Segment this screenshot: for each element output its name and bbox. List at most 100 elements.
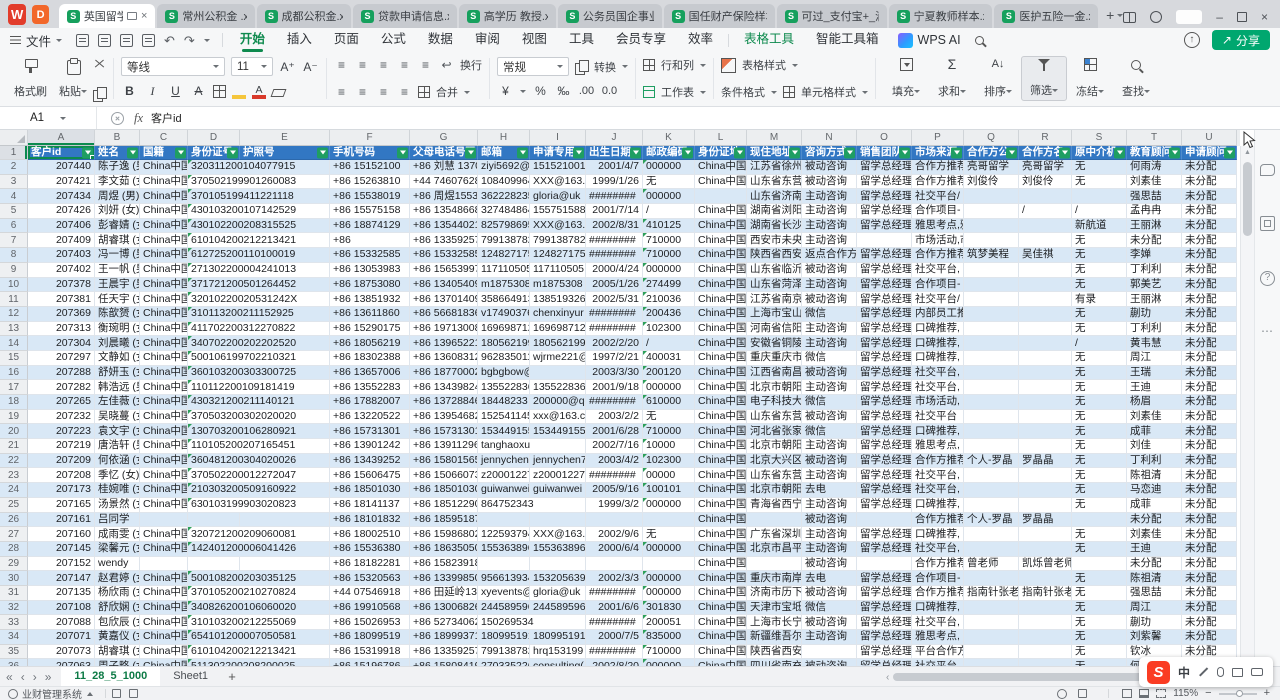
cell-K15[interactable]: 400031 (643, 351, 695, 366)
cell-E29[interactable] (240, 557, 330, 572)
cell-I2[interactable]: 151521001 (530, 160, 586, 175)
cell-S30[interactable]: 无 (1072, 571, 1127, 586)
cell-K11[interactable]: 210036 (643, 292, 695, 307)
cell-R16[interactable] (1019, 366, 1072, 381)
cell-M4[interactable]: 山东省济南 (747, 189, 802, 204)
cell-Q9[interactable] (964, 263, 1019, 278)
cell-C4[interactable]: China中国 (140, 189, 188, 204)
cell-T23[interactable]: 陈祖清 (1127, 468, 1182, 483)
cell-B15[interactable]: 文静如 (女 (95, 351, 140, 366)
zoom-out-button[interactable]: − (1205, 689, 1211, 698)
cell-M21[interactable]: 北京市朝阳 (747, 439, 802, 454)
cell-J7[interactable]: ######## (586, 233, 643, 248)
system-button-label[interactable]: 业财管理系统 (22, 686, 82, 700)
cell-L24[interactable]: China中国 (695, 483, 747, 498)
cell-H33[interactable]: 150269534 (478, 615, 586, 630)
cell-B9[interactable]: 王一帆 (男 (95, 263, 140, 278)
increase-indent-icon[interactable]: ≡ (418, 59, 433, 71)
cell-M34[interactable]: 新疆维吾尔 (747, 630, 802, 645)
cell-S32[interactable]: 无 (1072, 601, 1127, 616)
cell-H36[interactable]: 270335226 (478, 659, 530, 666)
column-header-R[interactable]: R (1019, 130, 1072, 146)
cell-H20[interactable]: 153449155 (478, 424, 530, 439)
row-header-30[interactable]: 30 (0, 571, 28, 586)
cell-B5[interactable]: 刘妍 (女) (95, 204, 140, 219)
cell-S24[interactable]: 无 (1072, 483, 1127, 498)
cell-Q19[interactable] (964, 410, 1019, 425)
wps-ai-button[interactable]: WPS AI (898, 33, 961, 48)
cell-U11[interactable]: 未分配 (1182, 292, 1237, 307)
cell-O25[interactable]: 留学总经理 (857, 498, 912, 513)
cell-T27[interactable]: 刘素佳 (1127, 527, 1182, 542)
cell-I13[interactable]: 169698712 (530, 322, 586, 337)
cell-M28[interactable]: 北京市昌平 (747, 542, 802, 557)
row-header-17[interactable]: 17 (0, 380, 28, 395)
cell-G4[interactable]: +86 周煜155380 (410, 189, 478, 204)
cell-R25[interactable] (1019, 498, 1072, 513)
cell-J33[interactable]: ######## (586, 615, 643, 630)
cell-K34[interactable]: 835000 (643, 630, 695, 645)
cell-F13[interactable]: +86 15290175 (330, 322, 410, 337)
cell-I36[interactable]: consulting( (530, 659, 586, 666)
cell-T11[interactable]: 王丽淋 (1127, 292, 1182, 307)
cell-U21[interactable]: 未分配 (1182, 439, 1237, 454)
cell-H12[interactable]: v17490376 (478, 307, 530, 322)
cell-Q11[interactable] (964, 292, 1019, 307)
cell-Q28[interactable] (964, 542, 1019, 557)
cell-K28[interactable]: 000000 (643, 542, 695, 557)
cell-P17[interactable]: 社交平台, (912, 380, 964, 395)
cell-K22[interactable]: 102300 (643, 454, 695, 469)
cell-P34[interactable]: 雅思考点, (912, 630, 964, 645)
cell-R15[interactable] (1019, 351, 1072, 366)
cell-style-button[interactable]: 单元格样式 (783, 84, 868, 100)
cell-Q7[interactable] (964, 233, 1019, 248)
cell-J34[interactable]: 2000/7/5 (586, 630, 643, 645)
cell-H32[interactable]: 244589596 (478, 601, 530, 616)
cell-B34[interactable]: 黄嘉仪 (女 (95, 630, 140, 645)
cell-R4[interactable] (1019, 189, 1072, 204)
cell-M32[interactable]: 天津市宝坻 (747, 601, 802, 616)
cell-K4[interactable]: 000000 (643, 189, 695, 204)
cell-A15[interactable]: 207297 (28, 351, 95, 366)
cell-L8[interactable]: China中国 (695, 248, 747, 263)
cell-A24[interactable]: 207173 (28, 483, 95, 498)
normal-view-icon[interactable] (1122, 689, 1132, 698)
cell-H34[interactable]: 180995191 (478, 630, 530, 645)
cell-N23[interactable]: 主动咨询 (802, 468, 857, 483)
cell-J20[interactable]: 2001/6/28 (586, 424, 643, 439)
cell-P16[interactable]: 社交平台, (912, 366, 964, 381)
cell-F9[interactable]: +86 13053983 (330, 263, 410, 278)
cell-D22[interactable]: 360481200304020026 (188, 454, 330, 469)
cell-R21[interactable] (1019, 439, 1072, 454)
cell-A6[interactable]: 207406 (28, 219, 95, 234)
cell-N2[interactable]: 被动咨询 (802, 160, 857, 175)
cell-G20[interactable]: +86 1573130169 (410, 424, 478, 439)
row-header-16[interactable]: 16 (0, 366, 28, 381)
cell-P28[interactable]: 社交平台, (912, 542, 964, 557)
cell-M31[interactable]: 济南市历下 (747, 586, 802, 601)
cell-N19[interactable]: 被动咨询 (802, 410, 857, 425)
column-header-E[interactable]: E (240, 130, 330, 146)
add-sheet-button[interactable]: + (221, 668, 243, 686)
filter-button[interactable] (789, 147, 800, 158)
cell-P7[interactable]: 市场活动,市 (912, 233, 964, 248)
cell-N24[interactable]: 去电 (802, 483, 857, 498)
row-header-21[interactable]: 21 (0, 439, 28, 454)
cell-F31[interactable]: +44 07546918 (330, 586, 410, 601)
cell-U30[interactable]: 未分配 (1182, 571, 1237, 586)
cell-D14[interactable]: 340702200202202520 (188, 336, 330, 351)
column-header-O[interactable]: O (857, 130, 912, 146)
cell-J24[interactable]: 2005/9/16 (586, 483, 643, 498)
cell-P12[interactable]: 内部员工推 (912, 307, 964, 322)
cell-D27[interactable]: 320721200209060081 (188, 527, 330, 542)
cell-R13[interactable] (1019, 322, 1072, 337)
cell-R8[interactable]: 吴佳祺 (1019, 248, 1072, 263)
output-icon[interactable] (98, 34, 111, 47)
cell-G2[interactable]: +86 刘慧 137052 (410, 160, 478, 175)
cell-D20[interactable]: 130703200106280921 (188, 424, 330, 439)
cell-K9[interactable]: 000000 (643, 263, 695, 278)
menu-tab[interactable]: 插入 (276, 28, 323, 52)
cell-O19[interactable]: 留学总经理 (857, 410, 912, 425)
cell-B21[interactable]: 唐浩轩 (男 (95, 439, 140, 454)
cell-L32[interactable]: China中国 (695, 601, 747, 616)
